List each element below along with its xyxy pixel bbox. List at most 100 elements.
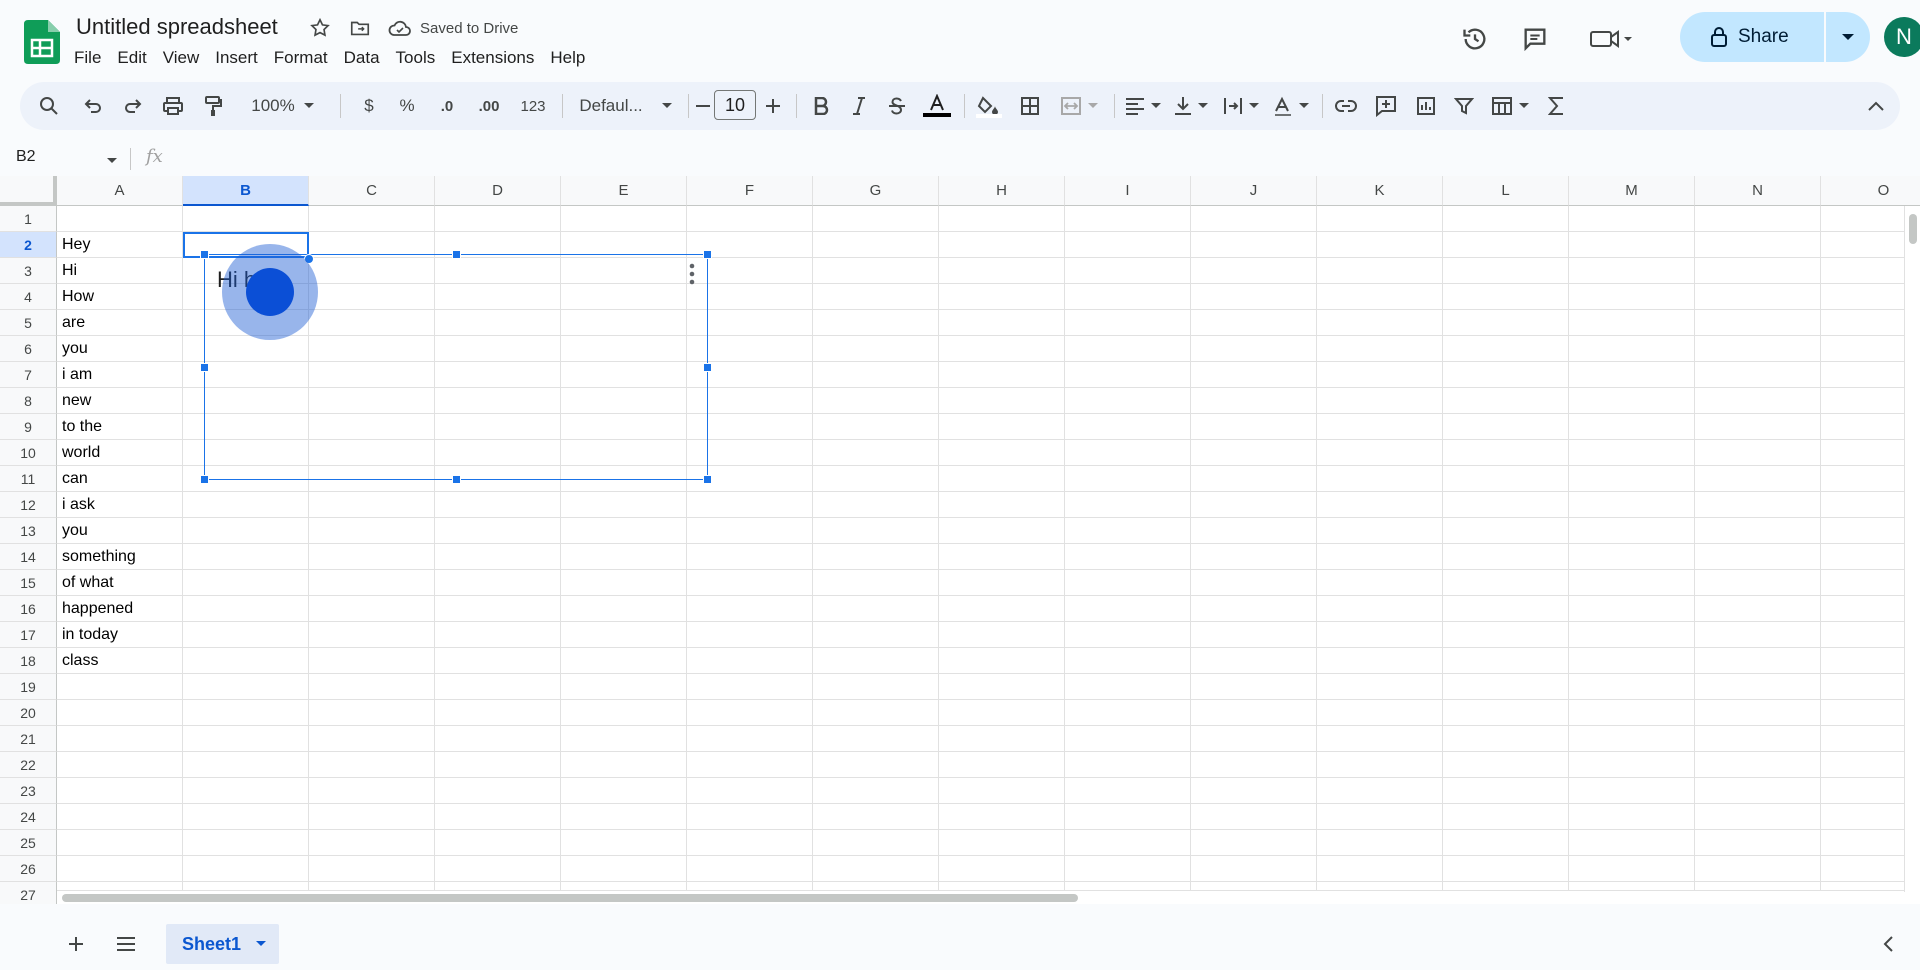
filter-views-icon[interactable] bbox=[1488, 82, 1532, 130]
version-history-icon[interactable] bbox=[1460, 24, 1490, 54]
row-header[interactable]: 13 bbox=[0, 518, 57, 544]
strikethrough-icon[interactable] bbox=[882, 82, 912, 130]
increase-decimal-button[interactable]: .00 bbox=[472, 82, 506, 130]
bold-icon[interactable] bbox=[806, 82, 836, 130]
drawing-more-options-icon[interactable] bbox=[689, 263, 695, 285]
italic-icon[interactable] bbox=[844, 82, 874, 130]
cell-a-value[interactable]: can bbox=[62, 466, 88, 492]
column-header[interactable]: C bbox=[309, 176, 435, 206]
merge-cells-icon[interactable] bbox=[1054, 82, 1104, 130]
column-header[interactable]: E bbox=[561, 176, 687, 206]
add-sheet-icon[interactable] bbox=[62, 930, 90, 958]
format-percent-button[interactable]: % bbox=[392, 82, 422, 130]
vertical-scrollbar[interactable] bbox=[1904, 206, 1920, 892]
insert-chart-icon[interactable] bbox=[1410, 82, 1442, 130]
cell-a-value[interactable]: are bbox=[62, 310, 85, 336]
sheets-logo-icon[interactable] bbox=[24, 20, 60, 64]
decrease-font-size-icon[interactable] bbox=[692, 82, 714, 130]
vertical-scroll-thumb[interactable] bbox=[1909, 214, 1917, 244]
cell-a-value[interactable]: Hi bbox=[62, 258, 77, 284]
row-header[interactable]: 6 bbox=[0, 336, 57, 362]
move-to-folder-icon[interactable] bbox=[348, 16, 372, 40]
decrease-decimal-button[interactable]: .0 bbox=[430, 82, 464, 130]
explore-side-panel-chevron-icon[interactable] bbox=[1874, 930, 1902, 958]
cell-a-value[interactable]: in today bbox=[62, 622, 118, 648]
meet-icon[interactable] bbox=[1588, 24, 1634, 54]
format-currency-button[interactable]: $ bbox=[354, 82, 384, 130]
column-header[interactable]: O bbox=[1821, 176, 1920, 206]
column-header[interactable]: K bbox=[1317, 176, 1443, 206]
row-header[interactable]: 19 bbox=[0, 674, 57, 700]
text-wrapping-icon[interactable] bbox=[1220, 82, 1262, 130]
column-header[interactable]: A bbox=[57, 176, 183, 206]
row-header[interactable]: 18 bbox=[0, 648, 57, 674]
column-header[interactable]: L bbox=[1443, 176, 1569, 206]
row-header[interactable]: 10 bbox=[0, 440, 57, 466]
row-header[interactable]: 3 bbox=[0, 258, 57, 284]
horizontal-align-icon[interactable] bbox=[1122, 82, 1164, 130]
row-header[interactable]: 14 bbox=[0, 544, 57, 570]
row-header[interactable]: 11 bbox=[0, 466, 57, 492]
avatar[interactable]: N bbox=[1884, 17, 1920, 57]
row-header[interactable]: 16 bbox=[0, 596, 57, 622]
row-header[interactable]: 12 bbox=[0, 492, 57, 518]
menu-tools[interactable]: Tools bbox=[388, 46, 444, 70]
cell-a-value[interactable]: class bbox=[62, 648, 98, 674]
cell-a-value[interactable]: happened bbox=[62, 596, 133, 622]
resize-handle-right[interactable] bbox=[703, 363, 712, 372]
row-header[interactable]: 4 bbox=[0, 284, 57, 310]
row-header[interactable]: 5 bbox=[0, 310, 57, 336]
paint-format-icon[interactable] bbox=[198, 82, 228, 130]
row-header[interactable]: 8 bbox=[0, 388, 57, 414]
cell-a-value[interactable]: i am bbox=[62, 362, 92, 388]
sheet-tab-sheet1[interactable]: Sheet1 bbox=[166, 924, 279, 964]
share-dropdown-button[interactable] bbox=[1826, 12, 1870, 62]
cell-a-value[interactable]: to the bbox=[62, 414, 102, 440]
column-header[interactable]: H bbox=[939, 176, 1065, 206]
cell-a-value[interactable]: something bbox=[62, 544, 136, 570]
row-header[interactable]: 22 bbox=[0, 752, 57, 778]
insert-comment-icon[interactable] bbox=[1370, 82, 1402, 130]
resize-handle-bottom-right[interactable] bbox=[703, 475, 712, 484]
row-header[interactable]: 23 bbox=[0, 778, 57, 804]
text-rotation-icon[interactable] bbox=[1270, 82, 1312, 130]
save-status[interactable]: Saved to Drive bbox=[388, 18, 518, 38]
column-header[interactable]: B bbox=[183, 176, 309, 206]
font-select[interactable]: Defaul... bbox=[572, 82, 680, 130]
horizontal-scrollbar[interactable] bbox=[57, 890, 1904, 904]
menu-help[interactable]: Help bbox=[542, 46, 593, 70]
resize-handle-bottom-left[interactable] bbox=[200, 475, 209, 484]
filter-icon[interactable] bbox=[1448, 82, 1480, 130]
row-header[interactable]: 27 bbox=[0, 882, 57, 904]
resize-handle-top-right[interactable] bbox=[703, 250, 712, 259]
horizontal-scroll-thumb[interactable] bbox=[62, 894, 1078, 902]
column-header[interactable]: F bbox=[687, 176, 813, 206]
resize-handle-top-left[interactable] bbox=[200, 250, 209, 259]
cell-a-value[interactable]: you bbox=[62, 336, 88, 362]
functions-icon[interactable] bbox=[1540, 82, 1572, 130]
cell-a-value[interactable]: you bbox=[62, 518, 88, 544]
row-header[interactable]: 1 bbox=[0, 206, 57, 232]
menu-extensions[interactable]: Extensions bbox=[443, 46, 542, 70]
font-size-input[interactable]: 10 bbox=[714, 90, 756, 120]
column-header[interactable]: D bbox=[435, 176, 561, 206]
menu-insert[interactable]: Insert bbox=[207, 46, 266, 70]
resize-handle-top[interactable] bbox=[452, 250, 461, 259]
fill-color-icon[interactable] bbox=[972, 82, 1006, 130]
undo-icon[interactable] bbox=[78, 82, 108, 130]
menu-view[interactable]: View bbox=[155, 46, 208, 70]
cell-a-value[interactable]: world bbox=[62, 440, 100, 466]
print-icon[interactable] bbox=[158, 82, 188, 130]
row-header[interactable]: 15 bbox=[0, 570, 57, 596]
column-header[interactable]: I bbox=[1065, 176, 1191, 206]
cell-a-value[interactable]: of what bbox=[62, 570, 114, 596]
comments-icon[interactable] bbox=[1520, 24, 1550, 54]
column-header[interactable]: J bbox=[1191, 176, 1317, 206]
star-icon[interactable] bbox=[308, 16, 332, 40]
hide-menus-chevron-up-icon[interactable] bbox=[1860, 82, 1892, 130]
insert-link-icon[interactable] bbox=[1330, 82, 1362, 130]
row-header[interactable]: 26 bbox=[0, 856, 57, 882]
document-title[interactable]: Untitled spreadsheet bbox=[76, 14, 278, 40]
row-header[interactable]: 21 bbox=[0, 726, 57, 752]
cell-a-value[interactable]: How bbox=[62, 284, 94, 310]
